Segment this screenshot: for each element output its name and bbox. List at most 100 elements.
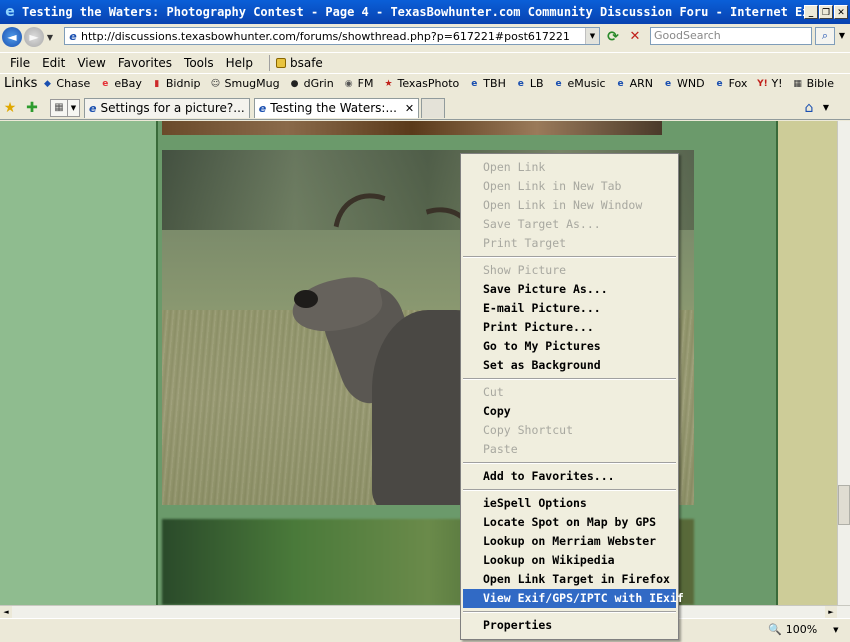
ctx-copy[interactable]: Copy [463, 402, 676, 421]
link-favicon-icon: e [617, 78, 624, 89]
menu-help[interactable]: Help [220, 56, 259, 70]
vertical-scroll-thumb[interactable] [838, 485, 850, 525]
link-label: ARN [629, 77, 654, 90]
link-label: FM [357, 77, 374, 90]
link-smugmug[interactable]: ☺ SmugMug [210, 77, 280, 90]
ctx-add-to-favorites[interactable]: Add to Favorites... [463, 467, 676, 486]
link-label: Bible [806, 77, 834, 90]
home-dropdown[interactable]: ▼ [820, 99, 832, 117]
zoom-dropdown[interactable]: ▼ [833, 626, 838, 634]
lock-icon [275, 57, 286, 68]
ctx-lookup-on-merriam-webster[interactable]: Lookup on Merriam Webster [463, 532, 676, 551]
tab-bar: ★ ✚ ▦ ▼ e Settings for a picture?... e T… [0, 96, 850, 120]
menu-favorites[interactable]: Favorites [112, 56, 178, 70]
stop-icon[interactable]: ✕ [626, 28, 644, 46]
forward-button[interactable]: ► [24, 27, 44, 47]
zoom-level: 100% [785, 623, 818, 636]
ctx-show-picture: Show Picture [483, 263, 567, 277]
ctx-set-as-background[interactable]: Set as Background [463, 356, 676, 375]
ctx-print-picture[interactable]: Print Picture... [463, 318, 676, 337]
link-favicon-icon: ● [290, 78, 299, 89]
maximize-button[interactable]: ❐ [819, 5, 833, 19]
ctx-view-exif-gps-iptc-with-iexif[interactable]: View Exif/GPS/IPTC with IExif [463, 589, 684, 608]
ctx-copy-shortcut: Copy Shortcut [483, 423, 574, 437]
link-label: Bidnip [165, 77, 201, 90]
menu-view[interactable]: View [71, 56, 111, 70]
link-favicon-icon: Y! [757, 78, 768, 89]
menu-separator [463, 256, 676, 258]
link-tbh[interactable]: e TBH [468, 77, 506, 90]
menu-edit[interactable]: Edit [36, 56, 71, 70]
window-title: Testing the Waters: Photography Contest … [22, 5, 804, 19]
horizontal-scrollbar[interactable]: ◄ ► [0, 605, 850, 618]
menu-tools[interactable]: Tools [178, 56, 220, 70]
link-texasphoto[interactable]: ★ TexasPhoto [383, 77, 459, 90]
bsafe-label: bsafe [289, 55, 323, 70]
ctx-open-link-in-new-window: Open Link in New Window [483, 198, 643, 212]
link-lb[interactable]: e LB [515, 77, 544, 90]
link-label: eBay [114, 77, 142, 90]
link-fox[interactable]: e Fox [714, 77, 748, 90]
link-favicon-icon: e [664, 78, 672, 89]
url-field[interactable]: e http://discussions.texasbowhunter.com/… [64, 27, 600, 45]
history-dropdown[interactable]: ▼ [44, 33, 56, 42]
tab-list-dropdown[interactable]: ▼ [68, 98, 80, 117]
tab-testing-the-waters[interactable]: e Testing the Waters:... ✕ [253, 97, 420, 118]
ctx-iespell-options[interactable]: ieSpell Options [463, 494, 676, 513]
tab-settings-for-picture[interactable]: e Settings for a picture?... [84, 97, 250, 118]
link-bible[interactable]: ▦ Bible [792, 77, 834, 90]
minimize-button[interactable]: _ [804, 5, 818, 19]
scroll-right-icon[interactable]: ► [825, 606, 837, 618]
search-options-dropdown[interactable]: ▼ [836, 27, 848, 45]
link-arn[interactable]: e ARN [615, 77, 653, 90]
favorites-star-icon[interactable]: ★ [2, 100, 18, 116]
vertical-scrollbar[interactable] [837, 121, 850, 605]
close-button[interactable]: ✕ [834, 5, 848, 19]
back-button[interactable]: ◄ [2, 27, 22, 47]
ctx-locate-spot-on-map-by-gps[interactable]: Locate Spot on Map by GPS [463, 513, 676, 532]
url-dropdown[interactable]: ▼ [585, 28, 599, 44]
ctx-cut: Cut [483, 385, 504, 399]
link-dgrin[interactable]: ● dGrin [289, 77, 334, 90]
link-favicon-icon: ◉ [344, 78, 353, 89]
link-label: Fox [728, 77, 748, 90]
title-bar: e Testing the Waters: Photography Contes… [0, 0, 850, 24]
tab-label: Testing the Waters:... [270, 101, 397, 115]
refresh-icon[interactable]: ⟳ [604, 28, 622, 46]
zoom-control[interactable]: 🔍 100% ▼ [768, 623, 839, 636]
ctx-open-link-in-new-tab: Open Link in New Tab [483, 179, 622, 193]
link-favicon-icon: e [471, 78, 478, 89]
link-favicon-icon: e [102, 78, 109, 89]
link-favicon-icon: e [555, 78, 562, 89]
link-emusic[interactable]: e eMusic [553, 77, 606, 90]
ctx-lookup-on-wikipedia[interactable]: Lookup on Wikipedia [463, 551, 676, 570]
ctx-properties[interactable]: Properties [463, 616, 676, 635]
ctx-save-picture-as[interactable]: Save Picture As... [463, 280, 676, 299]
link-chase[interactable]: ◆ Chase [41, 77, 90, 90]
links-bar: Links ◆ Chase e eBay ▮ Bidnip ☺ SmugMug ● dGrin ◉ F… [0, 73, 850, 93]
link-y[interactable]: Y! Y! [756, 77, 782, 90]
menu-file[interactable]: File [4, 56, 36, 70]
link-ebay[interactable]: e eBay [99, 77, 142, 90]
url-text[interactable]: http://discussions.texasbowhunter.com/fo… [81, 30, 585, 43]
search-input[interactable]: GoodSearch [650, 27, 812, 45]
ctx-e-mail-picture[interactable]: E-mail Picture... [463, 299, 676, 318]
menu-separator [268, 54, 270, 71]
home-icon[interactable]: ⌂ [800, 99, 818, 117]
link-bidnip[interactable]: ▮ Bidnip [151, 77, 201, 90]
quick-tabs-button[interactable]: ▦ [50, 98, 68, 117]
ctx-open-link-target-in-firefox[interactable]: Open Link Target in Firefox [463, 570, 676, 589]
menu-bar: File Edit View Favorites Tools Help bsaf… [0, 52, 850, 72]
left-column [0, 121, 156, 605]
add-favorites-icon[interactable]: ✚ [24, 100, 40, 116]
bsafe-button[interactable]: bsafe [275, 55, 323, 70]
page-icon: e [69, 29, 77, 43]
new-tab-button[interactable] [421, 97, 446, 118]
link-label: eMusic [567, 77, 606, 90]
search-icon[interactable]: ⌕ [815, 27, 835, 45]
scroll-left-icon[interactable]: ◄ [0, 606, 12, 618]
ctx-go-to-my-pictures[interactable]: Go to My Pictures [463, 337, 676, 356]
link-wnd[interactable]: e WND [662, 77, 705, 90]
link-fm[interactable]: ◉ FM [343, 77, 374, 90]
close-tab-icon[interactable]: ✕ [405, 102, 414, 115]
